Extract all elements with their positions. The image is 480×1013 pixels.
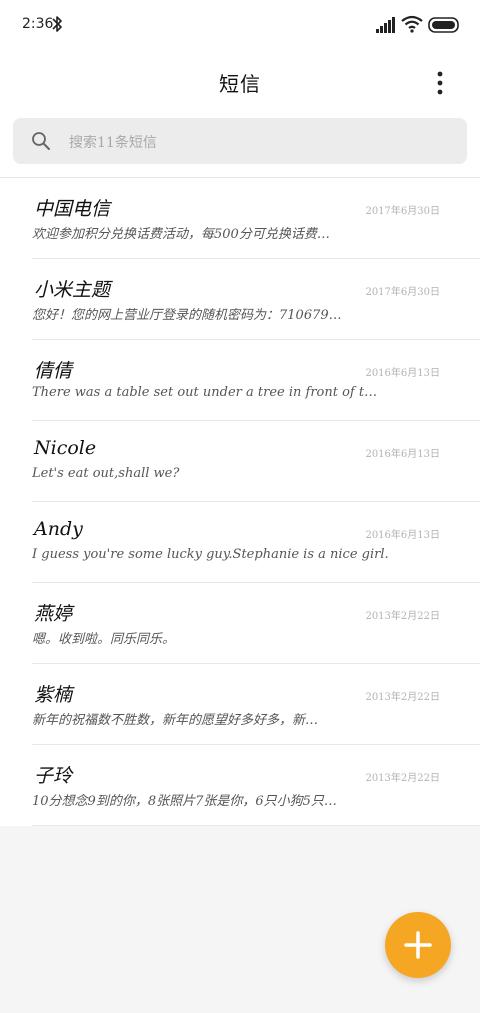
message-date: 2016年6月13日 <box>365 530 440 541</box>
contact-name: 子玲 <box>34 765 73 787</box>
message-preview: I guess you're some lucky guy.Stephanie … <box>32 547 389 562</box>
list-item[interactable]: 小米主题 2017年6月30日 您好！您的网上营业厅登录的随机密码为：71067… <box>32 259 480 340</box>
plus-icon <box>404 931 432 959</box>
contact-name: 燕婷 <box>34 603 73 625</box>
page-title: 短信 <box>219 72 261 96</box>
search-placeholder: 搜索11条短信 <box>69 135 157 151</box>
message-date: 2016年6月13日 <box>365 368 440 379</box>
wifi-icon <box>401 15 423 33</box>
contact-name: 中国电信 <box>34 198 111 220</box>
battery-icon <box>428 17 459 33</box>
message-preview: 欢迎参加积分兑换话费活动，每500分可兑换话费… <box>32 227 330 242</box>
message-date: 2013年2月22日 <box>365 611 440 622</box>
contact-name: Nicole <box>34 437 97 459</box>
message-date: 2016年6月13日 <box>365 449 440 460</box>
list-item[interactable]: 子玲 2013年2月22日 10分想念9到的你，8张照片7张是你，6只小狗5只… <box>32 745 480 826</box>
message-date: 2017年6月30日 <box>365 287 440 298</box>
list-item[interactable]: 燕婷 2013年2月22日 嗯。收到啦。同乐同乐。 <box>32 583 480 664</box>
message-preview: 嗯。收到啦。同乐同乐。 <box>32 632 176 647</box>
new-message-button[interactable] <box>385 912 451 978</box>
message-date: 2013年2月22日 <box>365 692 440 703</box>
list-item[interactable]: 中国电信 2017年6月30日 欢迎参加积分兑换话费活动，每500分可兑换话费… <box>32 178 480 259</box>
list-item[interactable]: 紫楠 2013年2月22日 新年的祝福数不胜数，新年的愿望好多好多，新… <box>32 664 480 745</box>
contact-name: 倩倩 <box>34 360 73 382</box>
search-area: 搜索11条短信 <box>0 112 480 177</box>
message-preview: 您好！您的网上营业厅登录的随机密码为：710679… <box>32 308 342 323</box>
message-date: 2017年6月30日 <box>365 206 440 217</box>
list-item[interactable]: Nicole 2016年6月13日 Let's eat out,shall we… <box>32 421 480 502</box>
status-time: 2:36 <box>22 16 54 32</box>
signal-icon <box>376 17 395 33</box>
message-preview: 新年的祝福数不胜数，新年的愿望好多好多，新… <box>32 713 319 728</box>
contact-name: Andy <box>34 518 83 540</box>
message-preview: Let's eat out,shall we? <box>32 466 180 481</box>
message-list: 中国电信 2017年6月30日 欢迎参加积分兑换话费活动，每500分可兑换话费…… <box>0 177 480 826</box>
app-bar: 短信 <box>0 50 480 112</box>
message-preview: There was a table set out under a tree i… <box>32 385 378 400</box>
list-item[interactable]: Andy 2016年6月13日 I guess you're some luck… <box>32 502 480 583</box>
search-icon <box>32 132 50 150</box>
contact-name: 小米主题 <box>34 279 111 301</box>
contact-name: 紫楠 <box>34 684 73 706</box>
bluetooth-icon <box>52 16 62 32</box>
more-vertical-icon[interactable] <box>430 70 450 96</box>
message-date: 2013年2月22日 <box>365 773 440 784</box>
list-item[interactable]: 倩倩 2016年6月13日 There was a table set out … <box>32 340 480 421</box>
message-preview: 10分想念9到的你，8张照片7张是你，6只小狗5只… <box>32 794 337 809</box>
search-input[interactable]: 搜索11条短信 <box>13 118 467 164</box>
status-bar: 2:36 <box>0 0 480 50</box>
